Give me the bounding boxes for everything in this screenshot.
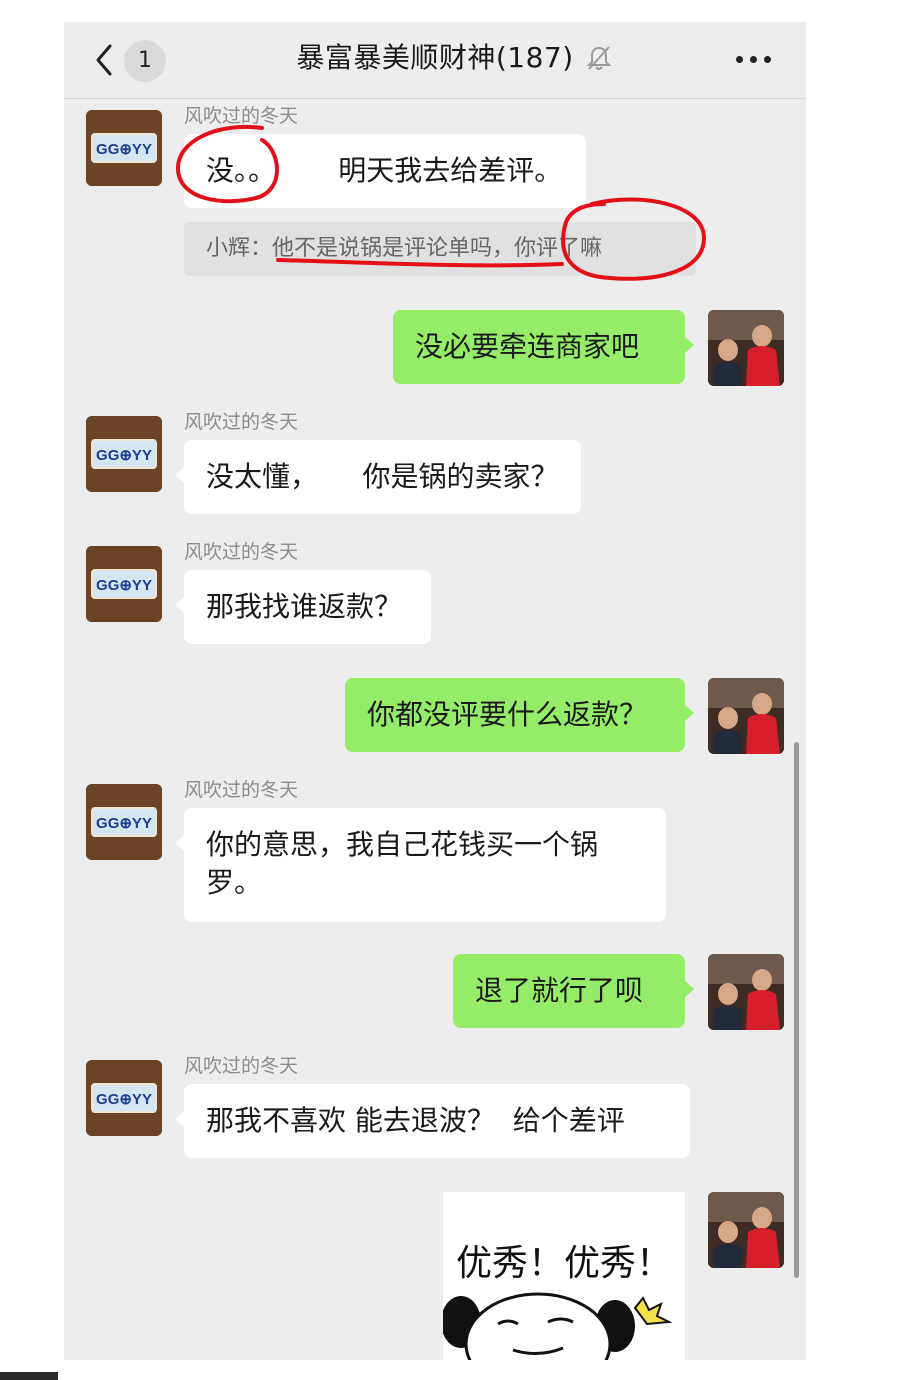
- page-bottom-strip: [0, 1368, 917, 1380]
- self-avatar[interactable]: [708, 954, 784, 1030]
- svg-text:GG⊕YY: GG⊕YY: [96, 447, 152, 464]
- scrollbar[interactable]: [794, 742, 799, 1278]
- self-avatar[interactable]: [708, 310, 784, 386]
- svg-text:GG⊕YY: GG⊕YY: [96, 815, 152, 832]
- sender-avatar[interactable]: GG⊕YY: [86, 1060, 162, 1136]
- more-dots-icon[interactable]: [736, 56, 772, 64]
- sender-name: 风吹过的冬天: [184, 411, 299, 433]
- svg-text:GG⊕YY: GG⊕YY: [96, 577, 152, 594]
- sender-avatar[interactable]: GG⊕YY: [86, 784, 162, 860]
- self-avatar[interactable]: [708, 678, 784, 754]
- sticker-image[interactable]: 优秀！优秀！: [443, 1192, 685, 1360]
- sender-name: 风吹过的冬天: [184, 541, 299, 563]
- panda-face-icon: [443, 1292, 673, 1360]
- sender-name: 风吹过的冬天: [184, 105, 299, 127]
- message-bubble[interactable]: 你的意思，我自己花钱买一个锅 罗。: [175, 808, 666, 922]
- sticker-caption: 优秀！优秀！: [455, 1243, 672, 1284]
- message-line: 罗。: [206, 866, 263, 899]
- message-line: 你的意思，我自己花钱买一个锅: [206, 828, 599, 861]
- chat-screen: 1 暴富暴美顺财神(187) GG⊕YY 风吹过的冬天 没。。 明天我去给差评。…: [64, 22, 806, 1360]
- message-bubble[interactable]: 没。。 明天我去给差评。: [175, 134, 586, 208]
- bottom-dark-bar: [0, 1372, 58, 1380]
- message-bubble[interactable]: 没太懂， 你是锅的卖家？: [175, 440, 581, 514]
- message-bubble[interactable]: 你都没评要什么返款？: [345, 678, 694, 752]
- svg-text:GG⊕YY: GG⊕YY: [96, 141, 152, 158]
- message-bubble[interactable]: 那我不喜欢 能去退波？ 给个差评: [175, 1084, 690, 1158]
- message-bubble[interactable]: 那我找谁返款？: [175, 570, 431, 644]
- chat-title: 暴富暴美顺财神(187): [296, 41, 574, 74]
- mute-bell-icon: [586, 46, 612, 70]
- self-avatar[interactable]: [708, 1192, 784, 1268]
- svg-text:GG⊕YY: GG⊕YY: [96, 1091, 152, 1108]
- sender-avatar[interactable]: GG⊕YY: [86, 416, 162, 492]
- message-bubble[interactable]: 没必要牵连商家吧: [393, 310, 694, 384]
- sender-avatar[interactable]: GG⊕YY: [86, 546, 162, 622]
- sender-name: 风吹过的冬天: [184, 1055, 299, 1077]
- quoted-message[interactable]: 小辉：他不是说锅是评论单吗，你评了嘛: [184, 222, 696, 276]
- sender-name: 风吹过的冬天: [184, 779, 299, 801]
- chat-header: 1 暴富暴美顺财神(187): [64, 22, 806, 99]
- sender-avatar[interactable]: GG⊕YY: [86, 110, 162, 186]
- message-bubble[interactable]: 退了就行了呗: [453, 954, 694, 1028]
